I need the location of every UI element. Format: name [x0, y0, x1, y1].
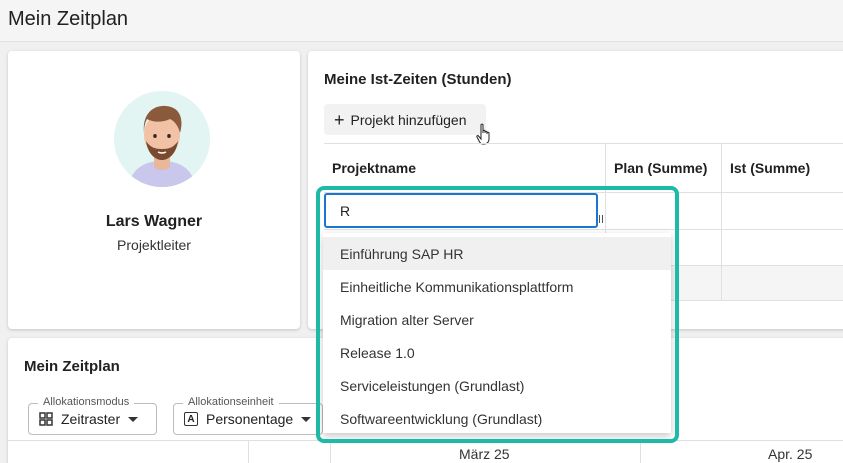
timeline-divider [330, 441, 331, 463]
add-project-label: Projekt hinzufügen [350, 111, 467, 128]
allocation-mode-label: Allokationsmodus [38, 396, 135, 408]
profile-name: Lars Wagner [105, 213, 203, 230]
suggestion-item[interactable]: Einführung SAP HR [323, 237, 671, 270]
column-header-actual[interactable]: Ist (Summe) [721, 144, 843, 192]
allocation-unit-select[interactable]: Allokationseinheit A Personentage [173, 396, 323, 435]
suggestion-item[interactable]: Serviceleistungen (Grundlast) [323, 369, 671, 402]
column-header-project-name[interactable]: Projektname [324, 144, 605, 192]
grid-icon [39, 412, 53, 426]
plus-icon: + [334, 109, 345, 130]
profile-role: Projektleiter [117, 237, 191, 253]
timeline-month-label: Apr. 25 [768, 446, 813, 462]
schedule-title: Mein Zeitplan [24, 358, 120, 375]
column-header-plan[interactable]: Plan (Summe) [605, 144, 721, 192]
timeline-divider [640, 441, 641, 463]
suggestion-item[interactable]: Einheitliche Kommunikationsplattform [323, 270, 671, 303]
allocation-mode-value: Zeitraster [61, 411, 121, 427]
page-title: Mein Zeitplan [8, 8, 129, 30]
profile-card: Lars Wagner Projektleiter [8, 51, 300, 329]
row-divider [324, 229, 843, 230]
avatar [114, 91, 210, 187]
timeline-header: März 25 Apr. 25 [8, 440, 843, 463]
allocation-unit-label: Allokationseinheit [183, 396, 279, 408]
timeline-divider [248, 441, 249, 463]
letter-a-icon: A [184, 412, 198, 426]
projects-table-header: Projektname Plan (Summe) Ist (Summe) [324, 143, 843, 193]
suggestion-item[interactable]: Softwareentwicklung (Grundlast) [323, 402, 671, 435]
add-project-button[interactable]: + Projekt hinzufügen [324, 104, 486, 135]
resize-handle-icon[interactable] [599, 215, 603, 223]
column-divider [721, 193, 722, 301]
project-suggestion-list: Einführung SAP HR Einheitliche Kommunika… [323, 233, 671, 433]
allocation-unit-value: Personentage [206, 411, 294, 427]
chevron-down-icon [301, 416, 312, 422]
project-search-input[interactable]: R [324, 193, 598, 228]
suggestion-item[interactable]: Migration alter Server [323, 303, 671, 336]
allocation-mode-select[interactable]: Allokationsmodus Zeitraster [28, 396, 157, 435]
suggestion-item[interactable]: Release 1.0 [323, 336, 671, 369]
chevron-down-icon [128, 416, 139, 422]
top-bar: Mein Zeitplan [0, 0, 843, 42]
actual-times-title: Meine Ist-Zeiten (Stunden) [324, 71, 512, 88]
timeline-month-label: März 25 [459, 446, 510, 462]
